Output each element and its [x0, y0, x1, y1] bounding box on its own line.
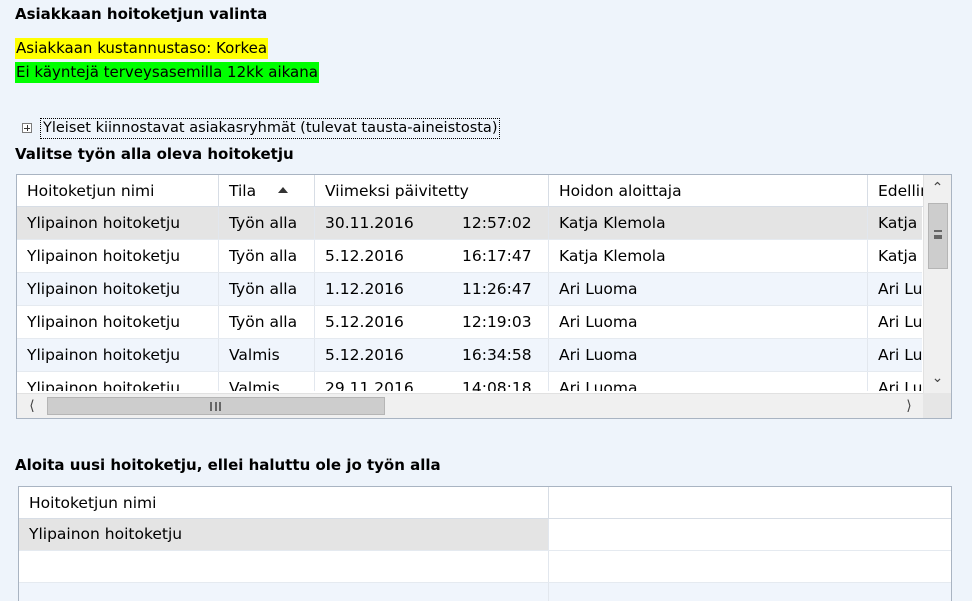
grid-rows: Ylipainon hoitoketju Työn alla 30.11.201… — [17, 207, 922, 391]
cell-time: 12:57:02 — [462, 214, 532, 232]
grip-icon — [210, 402, 221, 411]
cell-time: 11:26:47 — [462, 280, 532, 298]
table-row[interactable]: Ylipainon hoitoketju Työn alla 5.12.2016… — [17, 306, 922, 339]
empty-row — [19, 583, 951, 601]
cell-starter: Ari Luoma — [549, 339, 868, 371]
table-row[interactable]: Ylipainon hoitoketju Työn alla 1.12.2016… — [17, 273, 922, 306]
cell-status: Työn alla — [219, 306, 315, 338]
column-header-name[interactable]: Hoitoketjun nimi — [19, 487, 549, 519]
sort-ascending-icon — [278, 187, 289, 193]
vertical-scrollbar[interactable]: ⌃ ⌄ — [923, 175, 951, 393]
chevron-up-icon[interactable]: ⌃ — [924, 177, 951, 199]
grip-icon — [934, 230, 942, 239]
cell-starter: Ari Luoma — [549, 273, 868, 305]
cell-previous: Katja — [878, 247, 918, 265]
page-title: Asiakkaan hoitoketjun valinta — [15, 5, 268, 23]
column-header-updated[interactable]: Viimeksi päivitetty — [315, 175, 549, 207]
cell-starter: Katja Klemola — [549, 207, 868, 239]
visits-note-label: Ei käyntejä terveysasemilla 12kk aikana — [15, 62, 319, 83]
cell-previous: Ari Lu — [878, 379, 922, 391]
chevron-left-icon[interactable]: ⟨ — [20, 394, 44, 418]
table-row[interactable]: Ylipainon hoitoketju Valmis 29.11.2016 1… — [17, 372, 922, 391]
cell-status: Valmis — [219, 372, 315, 391]
empty-cell — [19, 583, 549, 601]
column-header-starter[interactable]: Hoidon aloittaja — [549, 175, 868, 207]
cell-name: Ylipainon hoitoketju — [19, 519, 549, 550]
table-row[interactable]: Ylipainon hoitoketju — [19, 519, 951, 551]
chevron-down-icon[interactable]: ⌄ — [924, 367, 951, 389]
cell-time: 16:17:47 — [462, 247, 532, 265]
empty-cell — [19, 551, 549, 582]
vertical-scroll-thumb[interactable] — [928, 203, 948, 269]
horizontal-scroll-thumb[interactable] — [47, 397, 385, 415]
table-row[interactable]: Ylipainon hoitoketju Työn alla 30.11.201… — [17, 207, 922, 240]
cell-time: 14:08:18 — [462, 379, 532, 391]
cell-starter: Katja Klemola — [549, 240, 868, 272]
cell-status: Työn alla — [219, 273, 315, 305]
table-row[interactable]: Ylipainon hoitoketju Valmis 5.12.2016 16… — [17, 339, 922, 372]
horizontal-scrollbar[interactable]: ⟨ ⟩ — [17, 393, 923, 418]
cell-status: Valmis — [219, 339, 315, 371]
cell-previous: Ari Lu — [878, 346, 922, 364]
column-header-previous[interactable]: Edellinen — [868, 175, 928, 207]
in-progress-grid[interactable]: Hoitoketjun nimi Tila Viimeksi päivitett… — [16, 174, 952, 419]
empty-row — [19, 551, 951, 583]
cell-name: Ylipainon hoitoketju — [17, 273, 219, 305]
grid-header: Hoitoketjun nimi Tila Viimeksi päivitett… — [17, 175, 928, 207]
groups-expander-label[interactable]: Yleiset kiinnostavat asiakasryhmät (tule… — [40, 117, 501, 139]
cell-starter: Ari Luoma — [549, 306, 868, 338]
chevron-right-icon[interactable]: ⟩ — [897, 394, 921, 418]
select-section-title: Valitse työn alla oleva hoitoketju — [15, 145, 294, 163]
cell-time: 16:34:58 — [462, 346, 532, 364]
cell-previous: Ari Lu — [878, 313, 922, 331]
cell-name: Ylipainon hoitoketju — [17, 240, 219, 272]
cell-status: Työn alla — [219, 240, 315, 272]
plus-box-icon[interactable] — [22, 123, 32, 133]
cell-name: Ylipainon hoitoketju — [17, 306, 219, 338]
cost-level-label: Asiakkaan kustannustaso: Korkea — [15, 38, 269, 59]
column-header-name[interactable]: Hoitoketjun nimi — [17, 175, 219, 207]
cell-status: Työn alla — [219, 207, 315, 239]
table-row[interactable]: Ylipainon hoitoketju Työn alla 5.12.2016… — [17, 240, 922, 273]
groups-expander[interactable]: Yleiset kiinnostavat asiakasryhmät (tule… — [22, 117, 501, 139]
scrollbar-corner — [923, 393, 951, 418]
new-chain-grid[interactable]: Hoitoketjun nimi Ylipainon hoitoketju — [18, 486, 952, 601]
cell-previous: Katja — [878, 214, 918, 232]
column-header-status[interactable]: Tila — [219, 175, 315, 207]
cell-starter: Ari Luoma — [549, 372, 868, 391]
cell-name: Ylipainon hoitoketju — [17, 372, 219, 391]
cell-name: Ylipainon hoitoketju — [17, 339, 219, 371]
cell-time: 12:19:03 — [462, 313, 532, 331]
header-filler — [549, 487, 951, 519]
new-section-title: Aloita uusi hoitoketju, ellei haluttu ol… — [15, 456, 441, 474]
cell-name: Ylipainon hoitoketju — [17, 207, 219, 239]
cell-previous: Ari Lu — [878, 280, 922, 298]
